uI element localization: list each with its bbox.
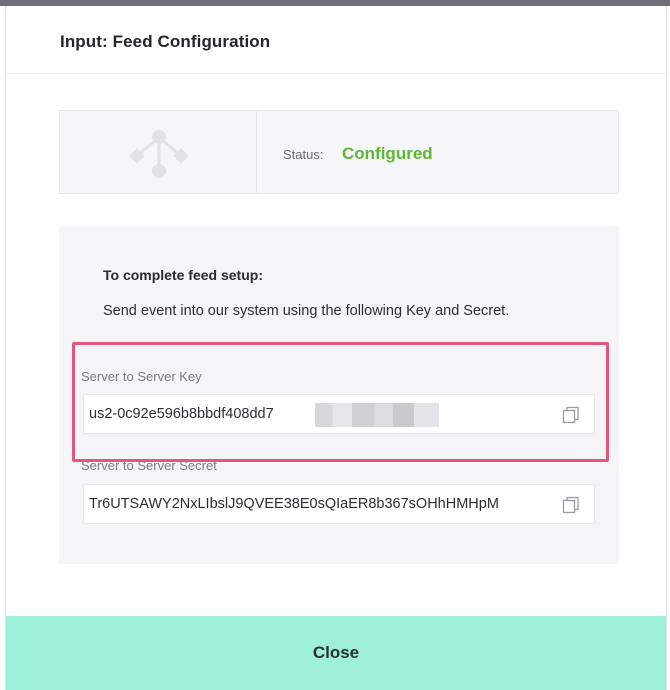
feed-configuration-modal: Input: Feed Configuration Status: Config…: [5, 6, 667, 690]
server-key-field[interactable]: us2-0c92e596b8bbdf408dd7: [83, 394, 595, 434]
status-value: Configured: [342, 144, 433, 163]
copy-icon: [562, 496, 579, 514]
modal-title: Input: Feed Configuration: [60, 32, 271, 51]
copy-icon: [562, 406, 579, 424]
setup-description: Send event into our system using the fol…: [103, 303, 510, 319]
server-secret-value: Tr6UTSAWY2NxLIbslJ9QVEE38E0sQIaER8b367sO…: [85, 496, 553, 516]
key-redaction-blur: [315, 403, 439, 427]
server-key-label: Server to Server Key: [81, 369, 202, 384]
status-icon-cell: [60, 111, 257, 193]
close-button-label: Close: [312, 643, 360, 662]
server-secret-text: Tr6UTSAWY2NxLIbslJ9QVEE38E0sQIaER8b367sO…: [89, 496, 499, 512]
server-key-text: us2-0c92e596b8bbdf408dd7: [89, 406, 274, 422]
feed-node-icon: [129, 130, 189, 178]
copy-secret-button[interactable]: [562, 496, 580, 514]
server-key-value: us2-0c92e596b8bbdf408dd7: [85, 406, 274, 426]
modal-header: Input: Feed Configuration: [6, 6, 666, 74]
close-button[interactable]: Close: [6, 616, 666, 690]
copy-key-button[interactable]: [562, 406, 580, 424]
setup-panel: To complete feed setup: Send event into …: [59, 226, 619, 564]
status-card: Status: Configured: [59, 110, 619, 194]
server-secret-label: Server to Server Secret: [81, 458, 217, 473]
status-label: Status:: [283, 147, 324, 162]
setup-heading: To complete feed setup:: [103, 267, 263, 283]
server-secret-field[interactable]: Tr6UTSAWY2NxLIbslJ9QVEE38E0sQIaER8b367sO…: [83, 484, 595, 524]
